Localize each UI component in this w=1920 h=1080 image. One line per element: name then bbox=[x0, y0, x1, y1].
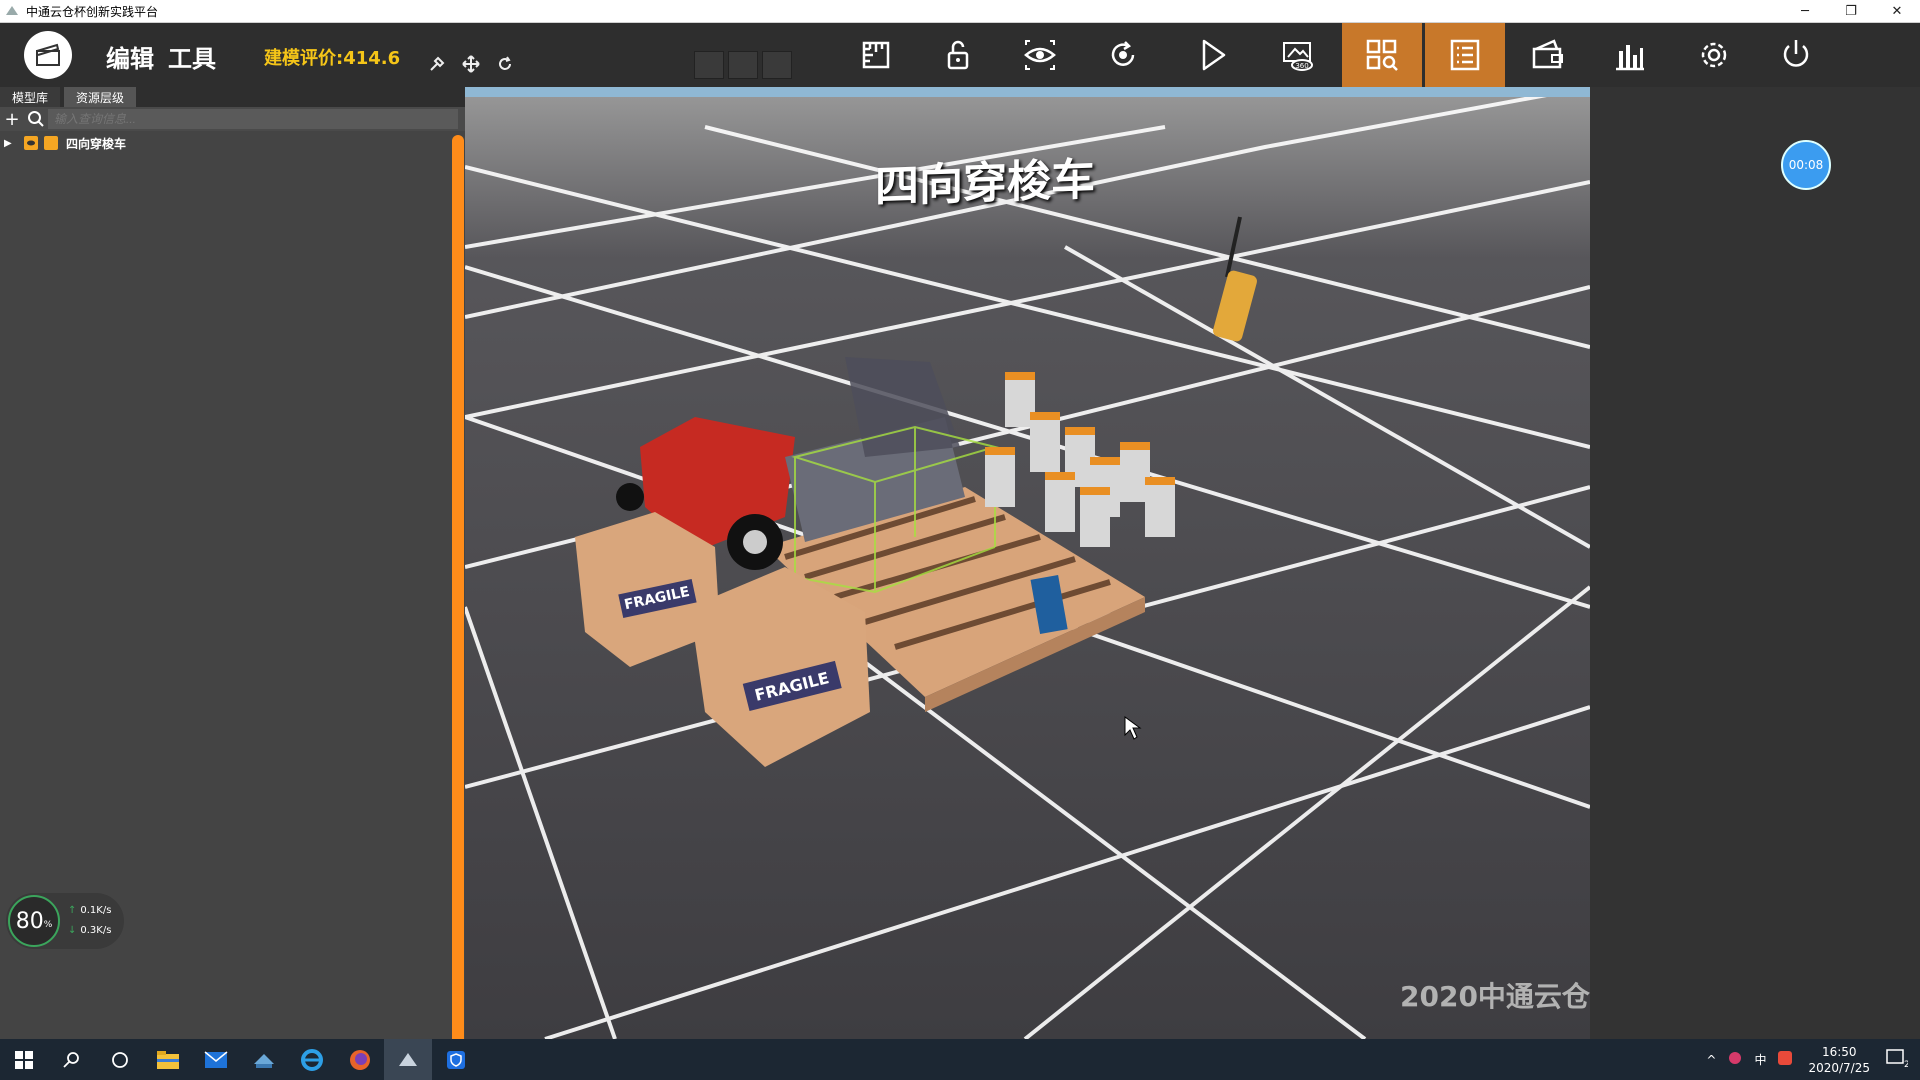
windows-taskbar: ^ 中 16:50 2020/7/25 2 bbox=[0, 1039, 1920, 1080]
ruler-icon[interactable] bbox=[836, 23, 916, 87]
right-panel bbox=[1590, 87, 1920, 1039]
edit-icon[interactable] bbox=[44, 136, 58, 150]
notification-icon[interactable]: 2 bbox=[1886, 1048, 1910, 1071]
file-explorer-icon[interactable] bbox=[144, 1039, 192, 1080]
performance-widget: 80% ↑ 0.1K/s ↓ 0.3K/s bbox=[6, 893, 124, 949]
minimize-button[interactable]: ─ bbox=[1782, 0, 1828, 23]
shield-icon[interactable] bbox=[432, 1039, 480, 1080]
play-icon[interactable] bbox=[1172, 23, 1252, 87]
camera-thumbnail[interactable] bbox=[728, 51, 758, 79]
camera-thumbnail[interactable] bbox=[762, 51, 792, 79]
tree-item[interactable]: ▶ 四向穿梭车 bbox=[0, 131, 465, 155]
camera-thumbnails bbox=[694, 51, 792, 79]
cortana-icon[interactable] bbox=[96, 1039, 144, 1080]
3d-viewport[interactable]: FRAGILE FRAGILE 四向穿梭车 2020中通云仓 bbox=[465, 87, 1590, 1039]
menu-edit[interactable]: 编辑 bbox=[106, 39, 154, 74]
unlock-icon[interactable] bbox=[918, 23, 998, 87]
up-arrow-icon: ↑ bbox=[68, 905, 77, 916]
search-icon[interactable] bbox=[48, 1039, 96, 1080]
modeling-score: 建模评价:414.6 bbox=[264, 48, 401, 69]
360-view-icon[interactable]: 360 bbox=[1258, 23, 1338, 87]
list-icon[interactable] bbox=[1425, 23, 1505, 87]
add-icon[interactable]: + bbox=[0, 109, 24, 130]
tree-item-label: 四向穿梭车 bbox=[66, 136, 127, 151]
expand-arrow-icon[interactable]: ▶ bbox=[4, 138, 16, 149]
sogou-icon[interactable] bbox=[1778, 1051, 1793, 1068]
refresh-icon[interactable] bbox=[494, 53, 516, 75]
rotate-icon[interactable] bbox=[1083, 23, 1163, 87]
memory-gauge: 80% bbox=[8, 895, 60, 947]
settings-icon[interactable] bbox=[1674, 23, 1754, 87]
watermark: 2020中通云仓 bbox=[1400, 980, 1590, 1013]
menu-tools[interactable]: 工具 bbox=[168, 39, 216, 74]
chevron-up-icon[interactable]: ^ bbox=[1706, 1053, 1716, 1067]
viewport-header-bar bbox=[465, 87, 1590, 97]
platform-app-icon[interactable] bbox=[384, 1039, 432, 1080]
clapperboard-logo-icon[interactable] bbox=[24, 31, 72, 79]
input-method-icon[interactable] bbox=[1728, 1051, 1742, 1068]
eye-icon[interactable] bbox=[1000, 23, 1080, 87]
tab-model-library[interactable]: 模型库 bbox=[0, 87, 61, 107]
svg-text:360: 360 bbox=[1295, 62, 1308, 70]
system-tray: ^ 中 16:50 2020/7/25 2 bbox=[1700, 1039, 1920, 1080]
timer-badge[interactable]: 00:08 bbox=[1781, 140, 1831, 190]
wrench-icon[interactable] bbox=[426, 53, 448, 75]
camera-thumbnail[interactable] bbox=[694, 51, 724, 79]
upload-rate: ↑ 0.1K/s bbox=[68, 905, 112, 916]
mail-icon[interactable] bbox=[192, 1039, 240, 1080]
floor-grid: FRAGILE FRAGILE bbox=[465, 87, 1590, 1039]
visibility-icon[interactable] bbox=[24, 136, 38, 150]
ie-browser-icon[interactable] bbox=[288, 1039, 336, 1080]
down-arrow-icon: ↓ bbox=[68, 925, 77, 936]
close-button[interactable]: ✕ bbox=[1874, 0, 1920, 23]
main-toolbar: 编辑 工具 建模评价:414.6 360 bbox=[0, 23, 1920, 87]
clock[interactable]: 16:50 2020/7/25 bbox=[1808, 1044, 1870, 1076]
wallet-icon[interactable] bbox=[1508, 23, 1588, 87]
restore-button[interactable]: ❐ bbox=[1828, 0, 1874, 23]
app-icon bbox=[6, 6, 18, 15]
scene-title: 四向穿梭车 bbox=[875, 154, 1095, 213]
firefox-icon[interactable] bbox=[336, 1039, 384, 1080]
tab-resource-hierarchy[interactable]: 资源层级 bbox=[64, 87, 137, 107]
scrollbar[interactable] bbox=[452, 135, 464, 1039]
search-icon[interactable] bbox=[24, 108, 48, 130]
windows-start-icon[interactable] bbox=[0, 1039, 48, 1080]
svg-text:2: 2 bbox=[1904, 1060, 1908, 1068]
power-icon[interactable] bbox=[1756, 23, 1836, 87]
window-title: 中通云仓杯创新实践平台 bbox=[26, 4, 159, 19]
move-icon[interactable] bbox=[460, 53, 482, 75]
app-icon[interactable] bbox=[240, 1039, 288, 1080]
search-input[interactable] bbox=[48, 109, 458, 129]
window-title-bar: 中通云仓杯创新实践平台 ─ ❐ ✕ bbox=[0, 0, 1920, 23]
download-rate: ↓ 0.3K/s bbox=[68, 925, 112, 936]
bar-chart-icon[interactable] bbox=[1590, 23, 1670, 87]
grid-search-icon[interactable] bbox=[1342, 23, 1422, 87]
ime-indicator[interactable]: 中 bbox=[1754, 1051, 1766, 1068]
